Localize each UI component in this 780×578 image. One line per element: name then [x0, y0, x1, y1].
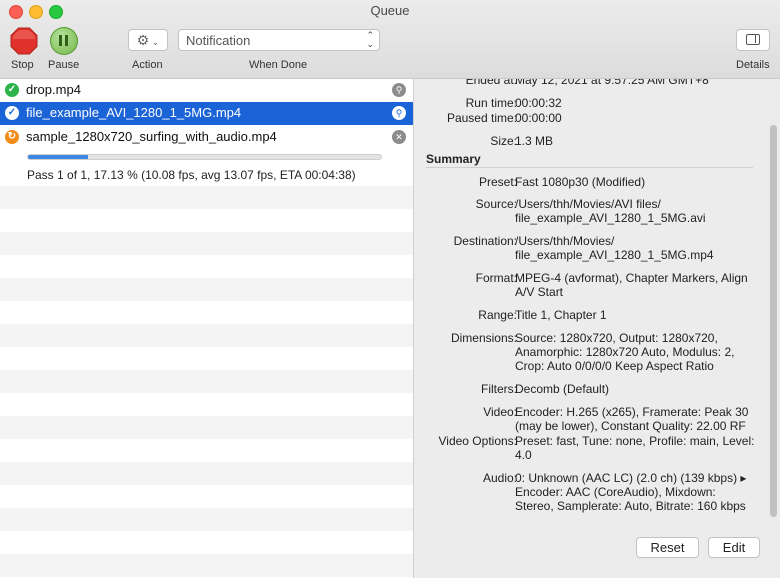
summary-divider [426, 167, 753, 168]
queue-item-selected[interactable]: ✓ file_example_AVI_1280_1_5MG.mp4 ⚲ [0, 102, 413, 125]
when-done-label: When Done [249, 59, 308, 71]
toolbar: Queue Stop Pause ⚙ ⌄ Action Notification… [0, 0, 780, 79]
pause-label: Pause [48, 59, 80, 71]
pause-button[interactable] [50, 27, 78, 55]
encoding-sync-icon: ↻ [5, 130, 19, 144]
reveal-magnifier-icon[interactable]: ⚲ [392, 83, 406, 97]
chevron-down-icon: ⌄ [149, 37, 160, 47]
pause-icon [59, 35, 62, 46]
cancel-x-icon[interactable]: ✕ [392, 130, 406, 144]
when-done-value: Notification [186, 33, 251, 48]
window-title: Queue [370, 3, 410, 18]
encode-progress-bar [27, 154, 382, 160]
details-label: Details [736, 59, 770, 71]
stop-icon [10, 27, 38, 55]
details-scrollbar[interactable] [767, 79, 780, 578]
stop-label: Stop [11, 59, 34, 71]
queue-item-name: file_example_AVI_1280_1_5MG.mp4 [26, 105, 242, 120]
checkmark-icon: ✓ [5, 106, 19, 120]
queue-window: Queue Stop Pause ⚙ ⌄ Action Notification… [0, 0, 780, 578]
details-toggle-button[interactable] [736, 29, 770, 51]
queue-item[interactable]: ✓ drop.mp4 ⚲ [0, 79, 413, 102]
sidebar-icon [746, 34, 760, 45]
queue-item-name: drop.mp4 [26, 82, 81, 97]
action-label: Action [132, 59, 163, 71]
reset-button[interactable]: Reset [636, 537, 699, 558]
checkmark-icon: ✓ [5, 83, 19, 97]
encode-status-text: Pass 1 of 1, 17.13 % (10.08 fps, avg 13.… [27, 168, 356, 182]
queue-list[interactable]: ✓ drop.mp4 ⚲ ✓ file_example_AVI_1280_1_5… [0, 79, 414, 578]
action-menu-button[interactable]: ⚙ ⌄ [128, 29, 168, 51]
queue-item-name: sample_1280x720_surfing_with_audio.mp4 [26, 129, 277, 144]
reveal-magnifier-icon[interactable]: ⚲ [392, 106, 406, 120]
stop-button[interactable] [10, 27, 38, 55]
when-done-select[interactable]: Notification ⌃ ⌄ [178, 29, 380, 51]
updown-arrows-icon: ⌃ ⌄ [366, 30, 374, 49]
summary-heading: Summary [426, 152, 481, 166]
gear-icon: ⚙ [136, 32, 150, 48]
details-pane: Ended at: May 12, 2021 at 9:57:25 AM GMT… [414, 79, 780, 578]
encode-progress-fill [28, 155, 89, 159]
edit-button[interactable]: Edit [708, 537, 760, 558]
scrollbar-thumb[interactable] [770, 125, 777, 517]
